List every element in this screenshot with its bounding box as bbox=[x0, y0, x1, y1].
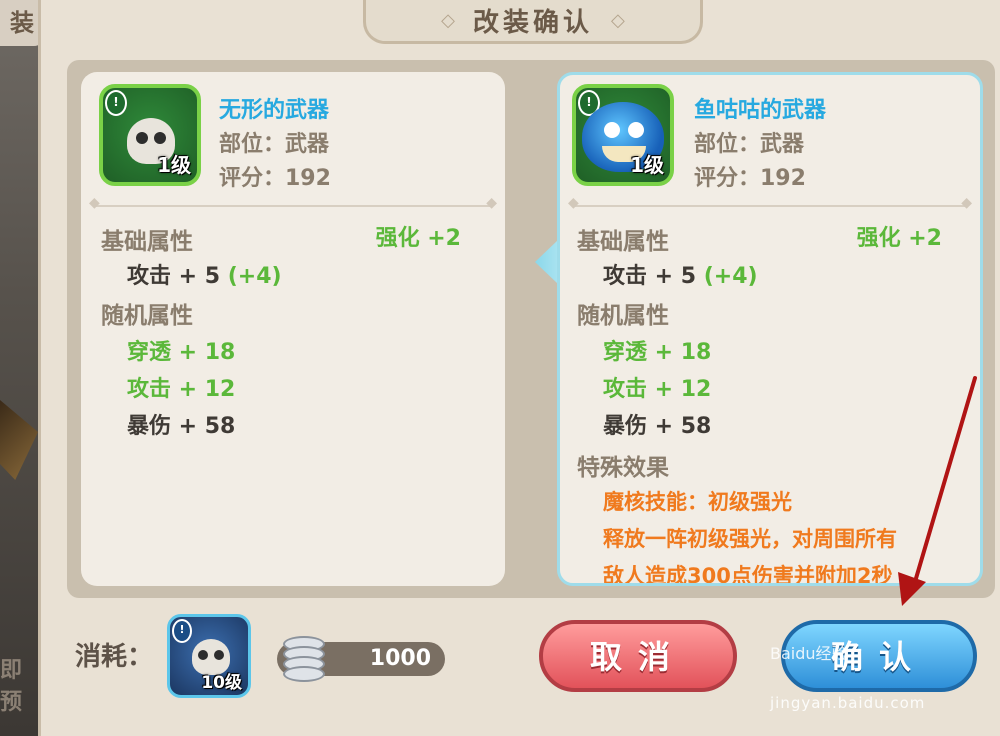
dialog-title-plate: ◇ 改装确认 ◇ bbox=[363, 0, 703, 44]
watermark-site: jingyan.baidu.com bbox=[770, 694, 926, 712]
base-attributes-heading: 基础属性 bbox=[101, 229, 193, 255]
cost-item-icon[interactable]: ! 10级 bbox=[167, 614, 251, 698]
cost-label: 消耗： bbox=[75, 642, 154, 672]
enhance-level: 强化 +2 bbox=[856, 226, 942, 251]
item-slot: 部位：武器 bbox=[694, 132, 805, 157]
random-stat-attack: 攻击 + 12 bbox=[127, 377, 236, 402]
special-skill-description-1: 释放一阵初级强光，对周围所有 bbox=[603, 527, 897, 551]
random-stat-penetration: 穿透 + 18 bbox=[603, 340, 712, 365]
random-stat-crit-damage: 暴伤 + 58 bbox=[127, 414, 236, 439]
baidu-watermark-logo: Baidu经验 bbox=[770, 644, 848, 663]
random-stat-penetration: 穿透 + 18 bbox=[127, 340, 236, 365]
special-effects-heading: 特殊效果 bbox=[577, 455, 669, 481]
comparison-panel: ! 1级 无形的武器 部位：武器 评分：192 基础属性 强化 +2 攻击 + … bbox=[67, 60, 995, 598]
random-stat-attack: 攻击 + 12 bbox=[603, 377, 712, 402]
special-skill-description-2: 敌人造成300点伤害并附加2秒 bbox=[603, 564, 893, 586]
title-left-ornament-icon: ◇ bbox=[441, 10, 455, 31]
weapon-type-badge-icon: ! bbox=[105, 90, 127, 116]
dialog-title: 改装确认 bbox=[472, 8, 593, 38]
random-stat-crit-damage: 暴伤 + 58 bbox=[603, 414, 712, 439]
base-attributes-heading: 基础属性 bbox=[577, 229, 669, 255]
silver-coin-stack-icon bbox=[281, 632, 325, 682]
base-attack-bonus: (+4) bbox=[227, 264, 282, 289]
card-divider bbox=[568, 195, 972, 211]
base-attack-value: 攻击 + 5 bbox=[603, 264, 697, 289]
base-attack-bonus: (+4) bbox=[703, 264, 758, 289]
card-divider bbox=[89, 195, 497, 211]
new-item-card: ! 1级 鱼咕咕的武器 部位：武器 评分：192 基础属性 强化 +2 攻击 +… bbox=[557, 72, 983, 586]
weapon-type-badge-icon: ! bbox=[172, 619, 192, 643]
random-attributes-heading: 随机属性 bbox=[101, 303, 193, 329]
coin-amount: 1000 bbox=[369, 646, 431, 671]
new-item-icon[interactable]: ! 1级 bbox=[572, 84, 674, 186]
random-attributes-heading: 随机属性 bbox=[577, 303, 669, 329]
item-slot: 部位：武器 bbox=[219, 132, 330, 157]
item-name: 鱼咕咕的武器 bbox=[694, 98, 827, 123]
title-right-ornament-icon: ◇ bbox=[611, 10, 625, 31]
base-attack-value: 攻击 + 5 bbox=[127, 264, 221, 289]
base-attack-stat: 攻击 + 5 (+4) bbox=[603, 258, 758, 290]
current-item-card: ! 1级 无形的武器 部位：武器 评分：192 基础属性 强化 +2 攻击 + … bbox=[81, 72, 505, 586]
item-level: 1级 bbox=[157, 153, 191, 177]
modify-confirm-dialog: ◇ 改装确认 ◇ ! 1级 无形的武器 部位：武器 评分：192 基础属性 强化… bbox=[38, 0, 1000, 736]
item-score: 评分：192 bbox=[694, 166, 806, 191]
background-text-fragment: 即预 bbox=[0, 658, 23, 715]
base-attack-stat: 攻击 + 5 (+4) bbox=[127, 258, 282, 290]
enhance-level: 强化 +2 bbox=[375, 226, 461, 251]
item-score: 评分：192 bbox=[219, 166, 331, 191]
cost-item-level: 10级 bbox=[201, 673, 242, 693]
item-name: 无形的武器 bbox=[219, 98, 330, 123]
current-item-icon[interactable]: ! 1级 bbox=[99, 84, 201, 186]
special-skill-name: 魔核技能：初级强光 bbox=[603, 490, 792, 514]
item-level: 1级 bbox=[630, 153, 664, 177]
cancel-button[interactable]: 取消 bbox=[539, 620, 737, 692]
